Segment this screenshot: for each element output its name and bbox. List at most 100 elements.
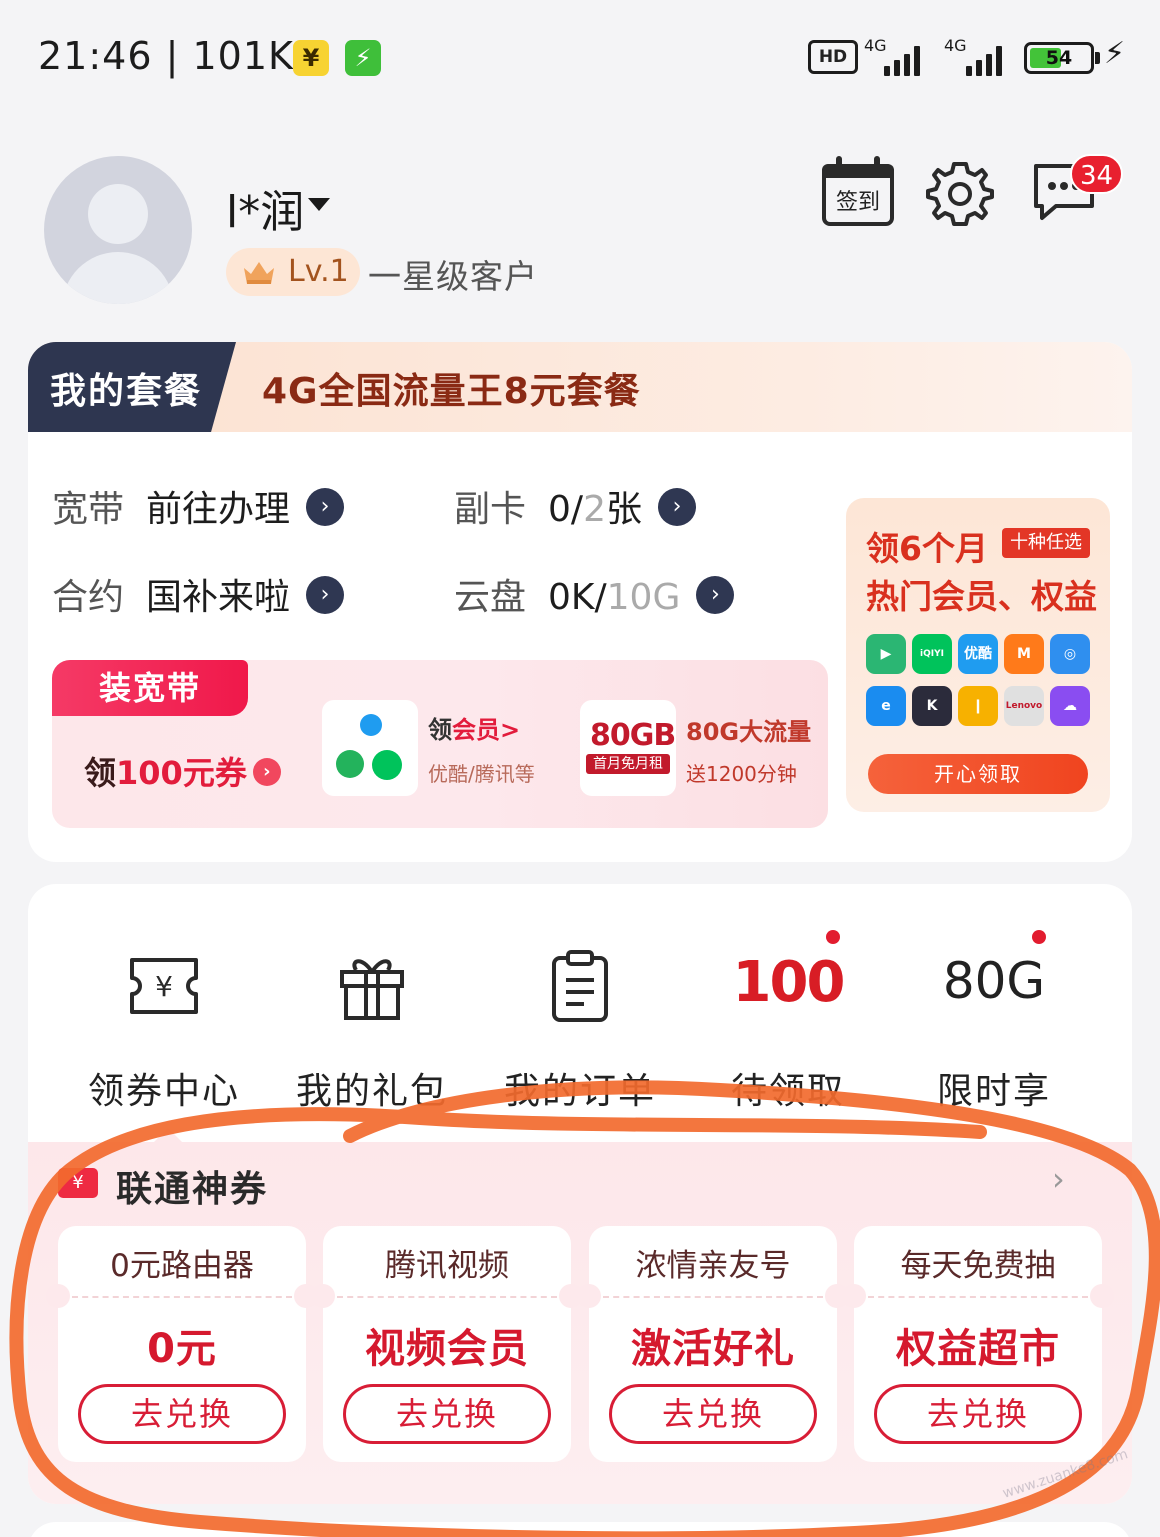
battery-level: 54 [1045,47,1073,69]
vip-benefits-promo[interactable]: 领6个月 十种任选 热门会员、权益 ▶ iQIYI 优酷 M ◎ e K ❙ Lenovo ☁ 开… [846,498,1110,812]
coupon-tile[interactable]: 浓情亲友号 激活好礼 去兑换 [577,1226,849,1462]
signin-button[interactable]: 签到 [822,156,896,228]
bolt-notification-icon: ⚡ [345,40,381,76]
network-type-label: 4G [864,36,887,55]
caret-down-icon[interactable] [308,198,330,211]
coupon-section-title: 联通神券 [116,1169,269,1210]
notification-dot [1032,930,1046,944]
hd-voice-icon: HD [808,40,858,74]
vip-app-icon: Lenovo [1004,686,1044,726]
pending-claim-entry[interactable]: 100 待领取 [688,924,888,1112]
level-badge[interactable]: Lv.1 [226,248,360,296]
vip-app-icon: ☁ [1050,686,1090,726]
subcard-used: 0/ [548,489,584,530]
signin-label: 签到 [835,190,880,215]
orders-entry[interactable]: 我的订单 [480,924,680,1112]
vip-app-icon: e [866,686,906,726]
subcard-row[interactable]: 副卡 0/2张 › [454,480,696,532]
data-offer-sub: 送1200分钟 [686,762,797,786]
quick-label: 我的订单 [503,1071,656,1112]
broadband-row[interactable]: 宽带 前往办理 › [52,480,345,532]
contract-value: 国补来啦 [146,577,291,618]
plan-tab-label: 我的套餐 [50,371,203,412]
cloud-label: 云盘 [454,577,527,618]
message-count-badge: 34 [1070,154,1124,194]
promo-tag: 装宽带 [52,660,248,716]
video-apps-icon [322,700,418,796]
signal-icon-sim1: 4G [864,36,926,76]
plan-card: 我的套餐 4G全国流量王8元套餐 宽带 前往办理 › 副卡 0/2张 › 合约 国补来啦 ›… [28,342,1132,862]
vip-chip: 十种任选 [1002,528,1090,558]
level-text: Lv.1 [288,254,349,289]
notification-dot [826,930,840,944]
status-time: 21:46 | 101K/s [38,34,329,78]
coupon-center-entry[interactable]: ¥ 领券中心 [64,924,264,1112]
quick-label: 限时享 [936,1071,1051,1112]
vip-app-icon: iQIYI [912,634,952,674]
coupon-tile-main: 0元 [147,1326,217,1372]
quick-entry-card: ¥ 领券中心 我的礼包 我的订单 100 待领取 80G 限时享 ¥ 联通神券 … [28,884,1132,1504]
pending-count: 100 [732,950,846,1015]
coupon-yuan-icon: ¥ [58,1168,98,1198]
coupon-tile-top: 浓情亲友号 [635,1248,791,1284]
broadband-label: 宽带 [52,489,125,530]
broadband-value: 前往办理 [146,489,291,530]
network-type-label: 4G [944,36,967,55]
yuan-notification-icon: ¥ [293,40,329,76]
chevron-right-icon: › [657,488,696,526]
redeem-button[interactable]: 去兑换 [609,1384,817,1444]
avatar-head [88,184,148,244]
quick-label: 待领取 [730,1071,845,1112]
charging-icon: ⚡ [1104,36,1126,71]
coupon-tile-top: 腾讯视频 [385,1248,509,1284]
broadband-promo[interactable]: 装宽带 领100元券 › 领会员> 优酷/腾讯等 80GB 首月免月租 80G大流… [52,660,828,828]
coupon-panel: ¥ 联通神券 › 0元路由器 0元 去兑换 腾讯视频 视频会员 去兑换 浓情亲友… [28,1142,1132,1504]
plan-name: 4G全国流量王8元套餐 [262,371,641,412]
subcard-unit: 张 [605,489,642,530]
coupon-tile[interactable]: 每天免费抽 权益超市 去兑换 [842,1226,1114,1462]
clipboard-icon [552,950,608,1022]
chevron-right-icon: › [306,576,345,614]
redeem-button[interactable]: 去兑换 [78,1384,286,1444]
vip-app-icon: ◎ [1050,634,1090,674]
coupon-tile-main: 权益超市 [896,1326,1060,1372]
subcard-total: 2 [583,489,606,530]
avatar-body [62,252,174,304]
coupon-tile-main: 激活好礼 [631,1326,795,1372]
member-offer-title: 领会员> [428,716,521,744]
promo-coupon[interactable]: 领100元券 › [84,748,281,794]
vip-app-icon: ❙ [958,686,998,726]
coupon-tile-main: 视频会员 [365,1326,529,1372]
chevron-right-icon[interactable]: › [1052,1160,1065,1198]
avatar[interactable] [44,156,192,304]
battery-tip [1095,52,1100,64]
gear-icon[interactable] [926,160,994,228]
coupon-tile[interactable]: 腾讯视频 视频会员 去兑换 [311,1226,583,1462]
claim-button[interactable]: 开心领取 [868,754,1088,794]
member-offer-sub: 优酷/腾讯等 [428,762,535,786]
gift-pack-entry[interactable]: 我的礼包 [272,924,472,1112]
chevron-right-icon: › [696,576,735,614]
vip-title-line2: 热门会员、权益 [866,577,1097,616]
limited-offer-entry[interactable]: 80G 限时享 [894,924,1094,1112]
crown-icon [244,262,274,284]
redeem-button[interactable]: 去兑换 [343,1384,551,1444]
coupon-tile[interactable]: 0元路由器 0元 去兑换 [46,1226,318,1462]
signal-icon-sim2: 4G [944,36,1006,76]
ticket-yuan-icon: ¥ [130,958,198,1014]
coupon-tile-top: 每天免费抽 [900,1248,1056,1284]
contract-label: 合约 [52,577,125,618]
data-80gb-tile: 80GB 首月免月租 [580,700,676,796]
vip-app-icon: 优酷 [958,634,998,674]
redeem-button[interactable]: 去兑换 [874,1384,1082,1444]
user-name[interactable]: l*润 [226,176,304,240]
cloud-row[interactable]: 云盘 0K/10G › [454,568,735,620]
data-80gb-sub: 首月免月租 [586,754,670,774]
vip-app-icon: K [912,686,952,726]
limited-offer-value: 80G [942,952,1046,1010]
status-bar: 21:46 | 101K/s ¥ ⚡ HD 4G 4G 54 ⚡ [0,0,1160,110]
contract-row[interactable]: 合约 国补来啦 › [52,568,345,620]
quick-label: 领券中心 [87,1071,240,1112]
plan-header[interactable]: 我的套餐 4G全国流量王8元套餐 [28,342,1132,432]
vip-app-icon: M [1004,634,1044,674]
